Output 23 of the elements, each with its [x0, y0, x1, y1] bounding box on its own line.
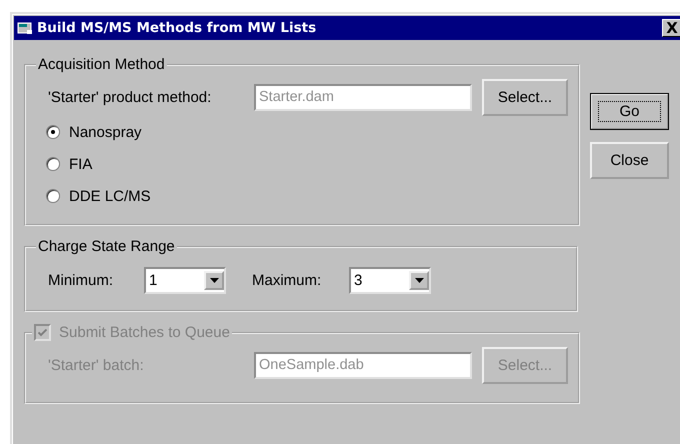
- minimum-dropdown[interactable]: 1: [144, 267, 226, 294]
- radio-option[interactable]: Nanospray: [46, 116, 568, 148]
- radio-option[interactable]: FIA: [46, 148, 568, 180]
- dropdown-arrow-icon: [210, 278, 218, 283]
- check-icon: [38, 328, 47, 336]
- group-title: Acquisition Method: [37, 56, 166, 73]
- group-title: Charge State Range: [37, 238, 176, 255]
- dialog-button[interactable]: Go: [590, 93, 669, 130]
- radio-button[interactable]: [46, 125, 60, 139]
- title-bar-close-icon[interactable]: X: [662, 19, 680, 37]
- select-button[interactable]: Select...: [482, 79, 568, 116]
- dropdown-arrow-icon: [414, 278, 424, 283]
- field-label: 'Starter' batch:: [48, 357, 145, 374]
- radio-button[interactable]: [46, 189, 60, 203]
- window-icon: [17, 21, 33, 35]
- dialog-button[interactable]: Close: [590, 142, 669, 179]
- maximum-dropdown[interactable]: 3: [349, 267, 431, 294]
- field-label: 'Starter' product method:: [48, 89, 212, 106]
- radio-button[interactable]: [46, 157, 60, 171]
- field-label: Maximum:: [252, 272, 322, 289]
- field-label: Minimum:: [48, 272, 114, 289]
- window-title: Build MS/MS Methods from MW Lists: [37, 20, 318, 36]
- radio-option[interactable]: DDE LC/MS: [46, 180, 568, 212]
